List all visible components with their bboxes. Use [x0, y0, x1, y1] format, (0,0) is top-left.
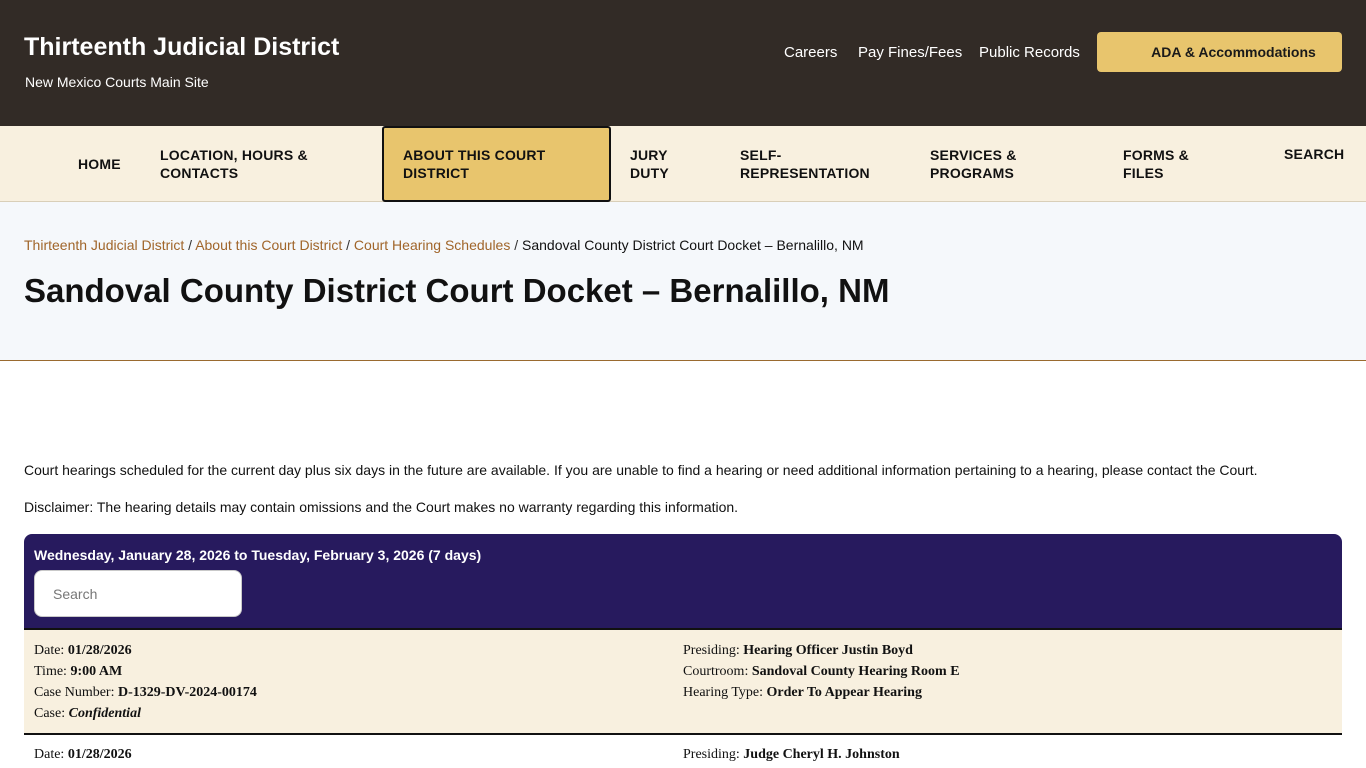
hearing-time: Time: 9:00 AM	[34, 664, 123, 679]
nav-item-jury-duty[interactable]: JURY DUTY	[630, 126, 700, 202]
breadcrumb-link-home[interactable]: Thirteenth Judicial District	[24, 237, 184, 253]
hearing-case: Case: Confidential	[34, 706, 141, 721]
main-site-alt-text: New Mexico Courts Main Site	[25, 74, 209, 90]
breadcrumb-current: Sandoval County District Court Docket – …	[522, 237, 864, 253]
site-header: Thirteenth Judicial District New Mexico …	[0, 0, 1366, 126]
nav-item-search[interactable]: SEARCH	[1284, 126, 1354, 202]
page-title-section: Thirteenth Judicial District / About thi…	[0, 202, 1366, 361]
nav-item-home[interactable]: HOME	[78, 126, 138, 202]
hearing-record: Date: 01/28/2026 Presiding: Judge Cheryl…	[24, 735, 1342, 768]
nav-item-self-representation[interactable]: SELF-REPRESENTATION	[740, 126, 890, 202]
docket-search-input[interactable]	[34, 570, 242, 617]
nav-item-forms-files[interactable]: FORMS & FILES	[1123, 126, 1223, 202]
page-title: Sandoval County District Court Docket – …	[24, 272, 890, 309]
hearing-type: Hearing Type: Order To Appear Hearing	[683, 685, 922, 700]
nav-item-location-hours-contacts[interactable]: LOCATION, HOURS & CONTACTS	[160, 126, 350, 202]
breadcrumb-link-hearing-schedules[interactable]: Court Hearing Schedules	[354, 237, 510, 253]
docket-date-range: Wednesday, January 28, 2026 to Tuesday, …	[34, 547, 482, 563]
hearing-courtroom: Courtroom: Sandoval County Hearing Room …	[683, 664, 960, 679]
public-records-link[interactable]: Public Records	[979, 44, 1080, 61]
intro-text: Court hearings scheduled for the current…	[24, 462, 1258, 478]
breadcrumb-link-about[interactable]: About this Court District	[195, 237, 342, 253]
nav-item-services-programs[interactable]: SERVICES & PROGRAMS	[930, 126, 1060, 202]
hearing-record: Date: 01/28/2026 Time: 9:00 AM Case Numb…	[24, 628, 1342, 735]
disclaimer-text: Disclaimer: The hearing details may cont…	[24, 499, 739, 515]
nav-item-about-this-court-district[interactable]: ABOUT THIS COURT DISTRICT	[382, 126, 611, 202]
pay-fines-link[interactable]: Pay Fines/Fees	[858, 44, 962, 61]
hearing-case-number: Case Number: D-1329-DV-2024-00174	[34, 685, 257, 700]
hearing-date: Date: 01/28/2026	[34, 747, 132, 762]
breadcrumb: Thirteenth Judicial District / About thi…	[24, 237, 864, 253]
site-title[interactable]: Thirteenth Judicial District	[24, 33, 339, 62]
main-site-link[interactable]: New Mexico Courts Main Site	[24, 74, 209, 90]
breadcrumb-separator: /	[346, 237, 351, 253]
hearing-presiding: Presiding: Judge Cheryl H. Johnston	[683, 747, 900, 762]
breadcrumb-separator: /	[514, 237, 519, 253]
hearing-date: Date: 01/28/2026	[34, 643, 132, 658]
breadcrumb-separator: /	[188, 237, 193, 253]
careers-link[interactable]: Careers	[784, 44, 837, 61]
ada-accommodations-button[interactable]: ADA & Accommodations	[1097, 32, 1342, 72]
main-nav: HOME LOCATION, HOURS & CONTACTS ABOUT TH…	[0, 126, 1366, 202]
docket-header-panel: Wednesday, January 28, 2026 to Tuesday, …	[24, 534, 1342, 628]
hearing-presiding: Presiding: Hearing Officer Justin Boyd	[683, 643, 913, 658]
